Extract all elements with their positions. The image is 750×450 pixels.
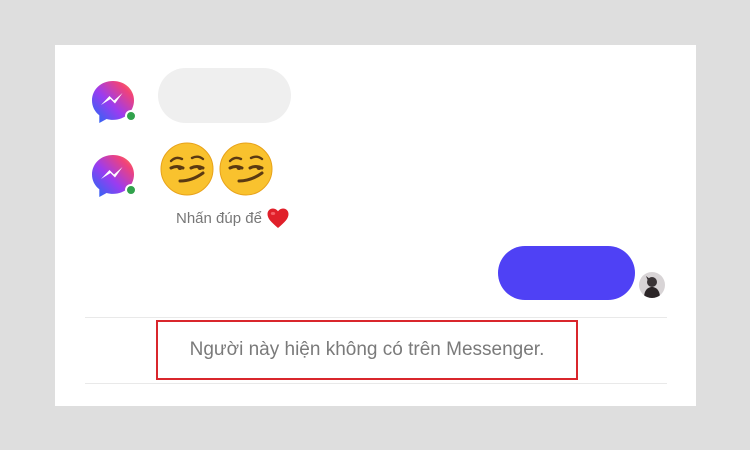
messenger-logo-icon [92, 81, 137, 123]
divider [85, 383, 667, 384]
unavailable-notice: Người này hiện không có trên Messenger. [156, 320, 578, 380]
incoming-message-bubble[interactable] [158, 68, 291, 123]
smirking-face-icon[interactable] [159, 141, 215, 197]
smirking-face-icon[interactable] [218, 141, 274, 197]
chat-thread: Nhấn đúp để Người này hiện không có trên… [55, 45, 696, 406]
user-avatar[interactable] [639, 272, 665, 298]
divider [85, 317, 667, 318]
contact-avatar[interactable] [88, 77, 138, 127]
contact-avatar[interactable] [88, 151, 138, 201]
heart-icon [266, 207, 290, 229]
outgoing-message-bubble[interactable] [498, 246, 635, 300]
double-tap-hint: Nhấn đúp để [176, 207, 290, 229]
double-tap-hint-text: Nhấn đúp để [176, 209, 262, 227]
unavailable-notice-text: Người này hiện không có trên Messenger. [189, 339, 545, 360]
messenger-logo-icon [92, 155, 137, 197]
